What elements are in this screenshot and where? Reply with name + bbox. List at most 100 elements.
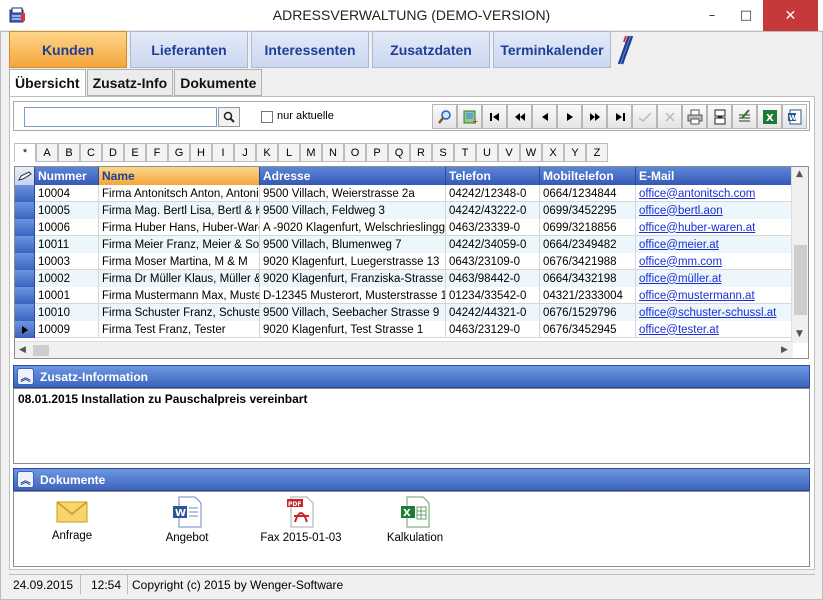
zusatz-text-area[interactable]: 08.01.2015 Installation zu Pauschalpreis… bbox=[13, 388, 810, 464]
alphabet-filter-p[interactable]: P bbox=[366, 143, 388, 162]
next-record-button[interactable] bbox=[557, 104, 582, 129]
alphabet-filter-x[interactable]: X bbox=[542, 143, 564, 162]
new-record-button[interactable]: + bbox=[457, 104, 482, 129]
alphabet-filter-z[interactable]: Z bbox=[586, 143, 608, 162]
column-header-adresse[interactable]: Adresse bbox=[260, 167, 446, 185]
close-button[interactable]: ✕ bbox=[763, 0, 818, 31]
vertical-scroll-thumb[interactable] bbox=[794, 245, 807, 315]
alphabet-filter-v[interactable]: V bbox=[498, 143, 520, 162]
minimize-button[interactable]: – bbox=[695, 0, 729, 31]
confirm-button[interactable] bbox=[632, 104, 657, 129]
alphabet-filter-m[interactable]: M bbox=[300, 143, 322, 162]
tab-lieferanten[interactable]: Lieferanten bbox=[130, 31, 248, 68]
row-selector[interactable] bbox=[15, 253, 35, 270]
cell-email[interactable]: office@schuster-schussl.at bbox=[636, 304, 792, 321]
tab-interessenten[interactable]: Interessenten bbox=[251, 31, 369, 68]
alphabet-filter-c[interactable]: C bbox=[80, 143, 102, 162]
alphabet-filter-e[interactable]: E bbox=[124, 143, 146, 162]
search-button[interactable] bbox=[218, 107, 240, 127]
email-link[interactable]: office@meier.at bbox=[639, 239, 719, 251]
email-link[interactable]: office@bertl.aon bbox=[639, 205, 723, 217]
cancel-button[interactable] bbox=[657, 104, 682, 129]
grid-horizontal-scrollbar[interactable]: ◀ ▶ bbox=[15, 341, 793, 358]
collapse-dokumente-button[interactable]: ︽ bbox=[17, 471, 34, 488]
column-header-mobiltelefon[interactable]: Mobiltelefon bbox=[540, 167, 636, 185]
word-export-button[interactable]: W bbox=[782, 104, 807, 129]
cell-email[interactable]: office@antonitsch.com bbox=[636, 185, 792, 202]
email-link[interactable]: office@mm.com bbox=[639, 256, 722, 268]
column-header-email[interactable]: E-Mail bbox=[636, 167, 792, 185]
horizontal-scroll-thumb[interactable] bbox=[33, 345, 49, 356]
table-row[interactable]: 10006 Firma Huber Hans, Huber-Waren A -902… bbox=[15, 219, 792, 236]
cell-email[interactable]: office@mustermann.at bbox=[636, 287, 792, 304]
table-row[interactable]: 10004Firma Antonitsch Anton, Antonitsch9… bbox=[15, 185, 792, 202]
alphabet-filter-r[interactable]: R bbox=[410, 143, 432, 162]
row-selector[interactable] bbox=[15, 219, 35, 236]
row-selector[interactable] bbox=[15, 202, 35, 219]
document-anfrage[interactable]: Anfrage bbox=[27, 496, 117, 542]
row-selector[interactable] bbox=[15, 236, 35, 253]
alphabet-filter-f[interactable]: F bbox=[146, 143, 168, 162]
table-row[interactable]: 10003 Firma Moser Martina, M & M 9020 Klag… bbox=[15, 253, 792, 270]
alphabet-filter-j[interactable]: J bbox=[234, 143, 256, 162]
alphabet-filter-t[interactable]: T bbox=[454, 143, 476, 162]
table-row[interactable]: 10010Firma Schuster Franz, Schuster & Sc… bbox=[15, 304, 792, 321]
cell-email[interactable]: office@huber-waren.at bbox=[636, 219, 792, 236]
row-selector[interactable] bbox=[15, 287, 35, 304]
alphabet-filter-o[interactable]: O bbox=[344, 143, 366, 162]
row-selector[interactable] bbox=[15, 321, 35, 338]
email-link[interactable]: office@mustermann.at bbox=[639, 290, 755, 302]
search-input[interactable] bbox=[24, 107, 217, 127]
prev-page-button[interactable] bbox=[507, 104, 532, 129]
alphabet-filter-all[interactable]: * bbox=[14, 143, 36, 162]
collapse-zusatz-button[interactable]: ︽ bbox=[17, 368, 34, 385]
grid-corner[interactable] bbox=[15, 167, 35, 185]
maximize-button[interactable]: □ bbox=[729, 0, 763, 31]
alphabet-filter-k[interactable]: K bbox=[256, 143, 278, 162]
alphabet-filter-y[interactable]: Y bbox=[564, 143, 586, 162]
cell-email[interactable]: office@mm.com bbox=[636, 253, 792, 270]
nur-aktuelle-checkbox[interactable] bbox=[261, 111, 273, 123]
cell-email[interactable]: office@bertl.aon bbox=[636, 202, 792, 219]
email-link[interactable]: office@schuster-schussl.at bbox=[639, 307, 776, 319]
row-selector[interactable] bbox=[15, 270, 35, 287]
column-header-nummer[interactable]: Nummer bbox=[35, 167, 99, 185]
prev-record-button[interactable] bbox=[532, 104, 557, 129]
find-button[interactable] bbox=[432, 104, 457, 129]
alphabet-filter-w[interactable]: W bbox=[520, 143, 542, 162]
email-link[interactable]: office@müller.at bbox=[639, 273, 721, 285]
column-header-telefon[interactable]: Telefon bbox=[446, 167, 540, 185]
tab-terminkalender[interactable]: Terminkalender bbox=[493, 31, 611, 68]
alphabet-filter-q[interactable]: Q bbox=[388, 143, 410, 162]
email-link[interactable]: office@antonitsch.com bbox=[639, 188, 755, 200]
tab-dokumente[interactable]: Dokumente bbox=[174, 69, 263, 96]
scroll-up-icon[interactable]: ▲ bbox=[796, 169, 803, 179]
copy-button[interactable] bbox=[707, 104, 732, 129]
edit-button[interactable] bbox=[732, 104, 757, 129]
first-record-button[interactable] bbox=[482, 104, 507, 129]
alphabet-filter-g[interactable]: G bbox=[168, 143, 190, 162]
table-row[interactable]: 10005 Firma Mag. Bertl Lisa, Bertl & Ko 95… bbox=[15, 202, 792, 219]
alphabet-filter-b[interactable]: B bbox=[58, 143, 80, 162]
email-link[interactable]: office@tester.at bbox=[639, 324, 719, 336]
cell-email[interactable]: office@tester.at bbox=[636, 321, 792, 338]
document-kalkulation[interactable]: X Kalkulation bbox=[370, 496, 460, 544]
tab-uebersicht[interactable]: Übersicht bbox=[9, 69, 86, 97]
scroll-down-icon[interactable]: ▼ bbox=[796, 329, 803, 339]
table-row[interactable]: 10001Firma Mustermann Max, MustermannD-1… bbox=[15, 287, 792, 304]
alphabet-filter-s[interactable]: S bbox=[432, 143, 454, 162]
alphabet-filter-u[interactable]: U bbox=[476, 143, 498, 162]
table-row[interactable]: 10011 Firma Meier Franz, Meier & Sohn 9500… bbox=[15, 236, 792, 253]
table-row[interactable]: 10002Firma Dr Müller Klaus, Müller & Co9… bbox=[15, 270, 792, 287]
email-link[interactable]: office@huber-waren.at bbox=[639, 222, 755, 234]
alphabet-filter-h[interactable]: H bbox=[190, 143, 212, 162]
grid-vertical-scrollbar[interactable]: ▲ ▼ bbox=[791, 167, 808, 343]
cell-email[interactable]: office@müller.at bbox=[636, 270, 792, 287]
row-selector[interactable] bbox=[15, 304, 35, 321]
scroll-right-icon[interactable]: ▶ bbox=[781, 345, 788, 355]
scroll-left-icon[interactable]: ◀ bbox=[19, 345, 26, 355]
tab-zusatzdaten[interactable]: Zusatzdaten bbox=[372, 31, 490, 68]
document-angebot[interactable]: W Angebot bbox=[142, 496, 232, 544]
next-page-button[interactable] bbox=[582, 104, 607, 129]
row-selector[interactable] bbox=[15, 185, 35, 202]
